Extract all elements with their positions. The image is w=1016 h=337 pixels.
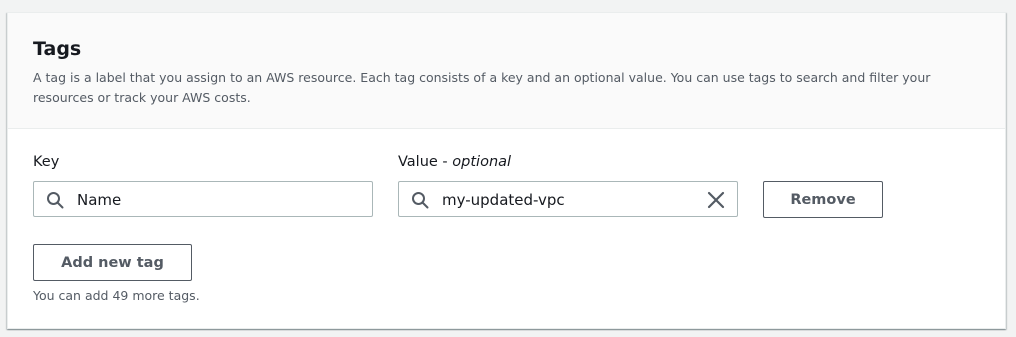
value-label-separator: -	[437, 154, 453, 170]
tags-panel-header: Tags A tag is a label that you assign to…	[8, 13, 1005, 129]
search-icon	[47, 192, 64, 209]
key-label-text: Key	[33, 154, 60, 170]
value-label-text: Value	[398, 154, 438, 170]
remaining-tags-hint: You can add 49 more tags.	[33, 288, 200, 303]
search-icon	[412, 192, 429, 209]
section-title: Tags	[33, 38, 82, 60]
key-label: Key	[33, 152, 59, 172]
section-description: A tag is a label that you assign to an A…	[33, 70, 931, 105]
key-input[interactable]: Name	[33, 181, 373, 217]
value-input[interactable]: my-updated-vpc	[398, 181, 738, 217]
close-icon[interactable]	[707, 191, 725, 209]
tags-panel: Tags A tag is a label that you assign to…	[7, 12, 1006, 329]
add-new-tag-button[interactable]: Add new tag	[33, 244, 192, 281]
key-input-value: Name	[77, 191, 122, 209]
value-input-value: my-updated-vpc	[442, 191, 565, 209]
remove-tag-button[interactable]: Remove	[763, 181, 883, 218]
value-label-optional: optional	[452, 154, 512, 170]
value-label: Value - optional	[398, 152, 511, 172]
